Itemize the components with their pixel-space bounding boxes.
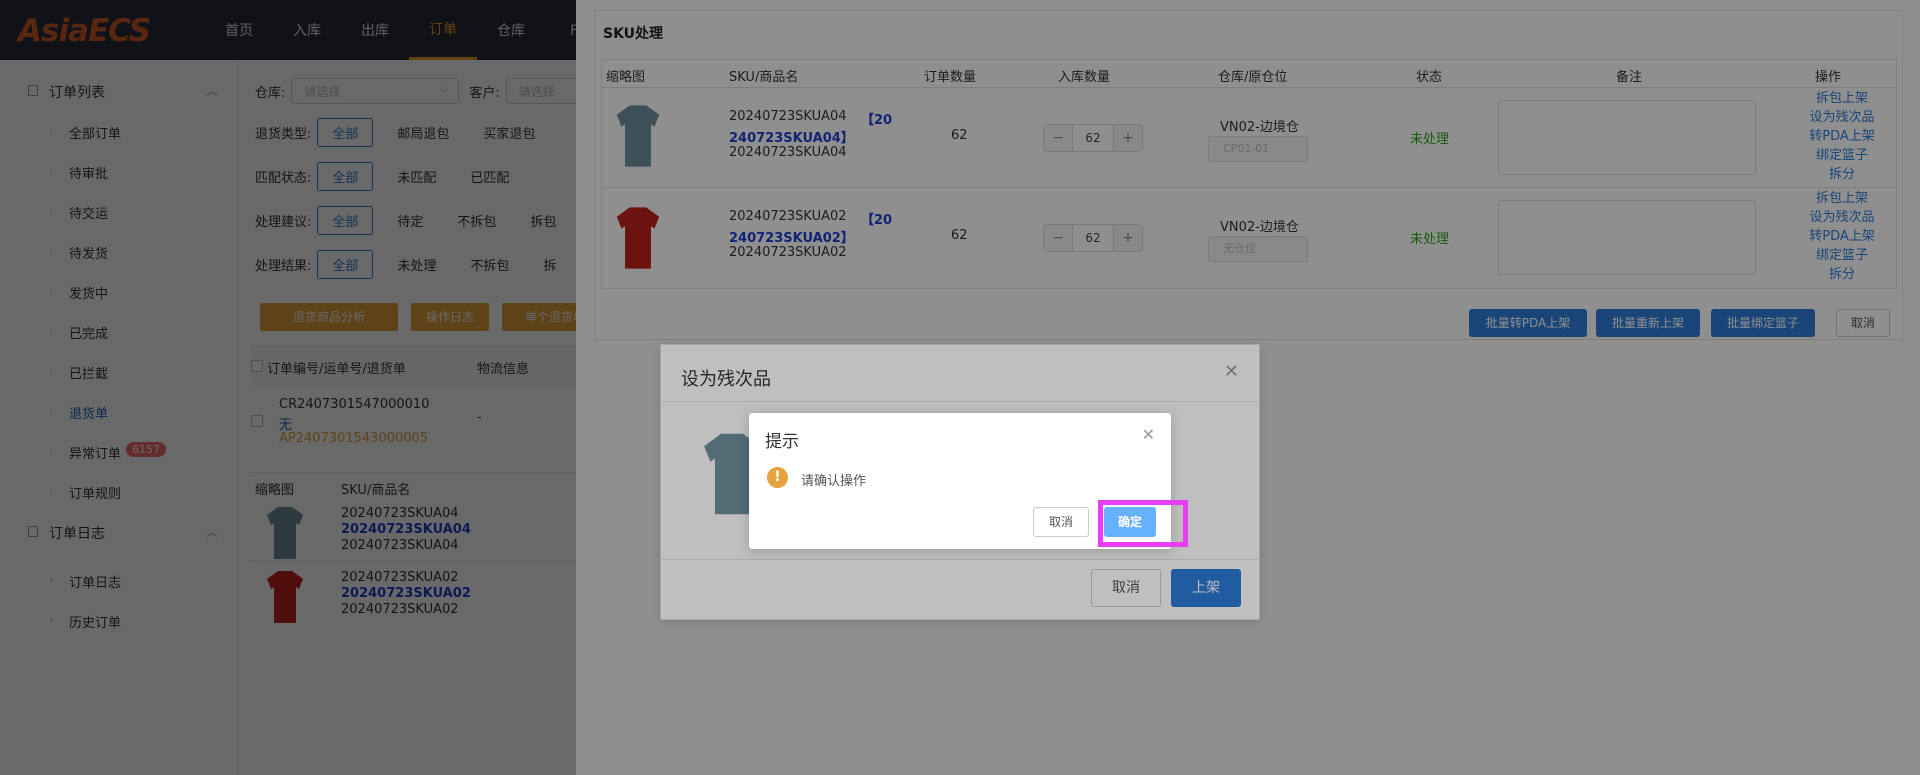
confirm-mask	[0, 0, 1920, 775]
dialog-title: 提示	[765, 432, 799, 452]
dialog-message: 请确认操作	[801, 474, 867, 489]
warning-icon: !	[767, 467, 788, 488]
highlight-box	[1098, 500, 1188, 547]
close-icon[interactable]: ✕	[1142, 425, 1155, 444]
confirm-cancel-button[interactable]: 取消	[1033, 507, 1089, 537]
